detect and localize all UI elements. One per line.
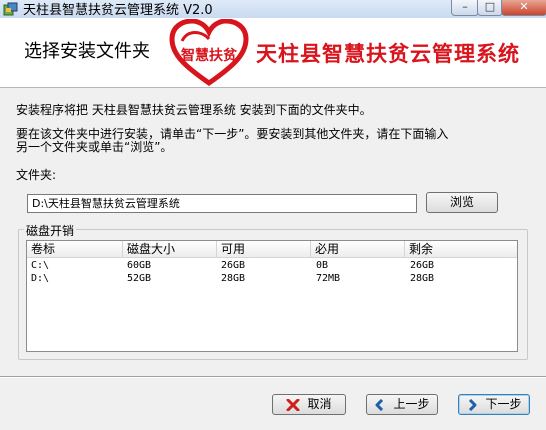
cancel-label: 取消 [307,397,332,411]
folder-label: 文件夹: [16,168,57,182]
footer-divider [0,376,546,378]
cell-available: 26GB [221,260,246,271]
back-button[interactable]: 上一步 [366,394,438,415]
red-x-icon [286,398,300,411]
table-row[interactable]: D:\ 52GB 28GB 72MB 28GB [27,272,517,285]
heart-logo-icon: 智慧扶贫 [169,19,249,87]
close-button[interactable]: ✕ [501,0,546,16]
cell-available: 28GB [221,273,246,284]
cell-remaining: 28GB [410,273,435,284]
maximize-button[interactable]: □ [477,0,503,16]
cell-volume: C:\ [31,260,50,271]
intro-line-1: 安装程序将把 天柱县智慧扶贫云管理系统 安装到下面的文件夹中。 [16,103,372,117]
disk-list-header: 卷标 磁盘大小 可用 必用 剩余 [27,241,517,258]
table-row[interactable]: C:\ 60GB 26GB 0B 26GB [27,259,517,272]
brand-name: 天柱县智慧扶贫云管理系统 [256,42,520,66]
right-arrow-icon [469,398,477,411]
cell-disk-size: 52GB [127,273,152,284]
column-header-remaining[interactable]: 剩余 [405,241,517,257]
page-title: 选择安装文件夹 [24,41,150,62]
title-bar: 天柱县智慧扶贫云管理系统 V2.0 – □ ✕ [0,0,546,19]
header-banner: 选择安装文件夹 智慧扶贫 天柱县智慧扶贫云管理系统 [0,18,546,88]
browse-button[interactable]: 浏览 [426,192,498,213]
cell-remaining: 26GB [410,260,435,271]
cell-required: 72MB [316,273,341,284]
cell-disk-size: 60GB [127,260,152,271]
column-header-required[interactable]: 必用 [311,241,405,257]
next-button[interactable]: 下一步 [458,394,530,415]
column-header-disk-size[interactable]: 磁盘大小 [123,241,217,257]
left-arrow-icon [375,398,384,411]
column-header-available[interactable]: 可用 [217,241,311,257]
next-label: 下一步 [485,397,522,411]
folder-path-input[interactable] [27,194,417,213]
cell-required: 0B [316,260,329,271]
window-title: 天柱县智慧扶贫云管理系统 V2.0 [23,3,213,18]
cell-volume: D:\ [31,273,50,284]
intro-line-3: 另一个文件夹或单击“浏览”。 [16,140,173,154]
disk-cost-legend: 磁盘开销 [24,222,77,239]
cancel-button[interactable]: 取消 [272,394,346,415]
disk-list[interactable]: 卷标 磁盘大小 可用 必用 剩余 C:\ 60GB 26GB 0B 26GB D… [26,240,518,352]
logo-text: 智慧扶贫 [180,47,238,64]
column-header-volume[interactable]: 卷标 [27,241,123,257]
back-label: 上一步 [393,397,430,411]
installer-app-icon [3,2,18,16]
minimize-button[interactable]: – [451,0,479,16]
